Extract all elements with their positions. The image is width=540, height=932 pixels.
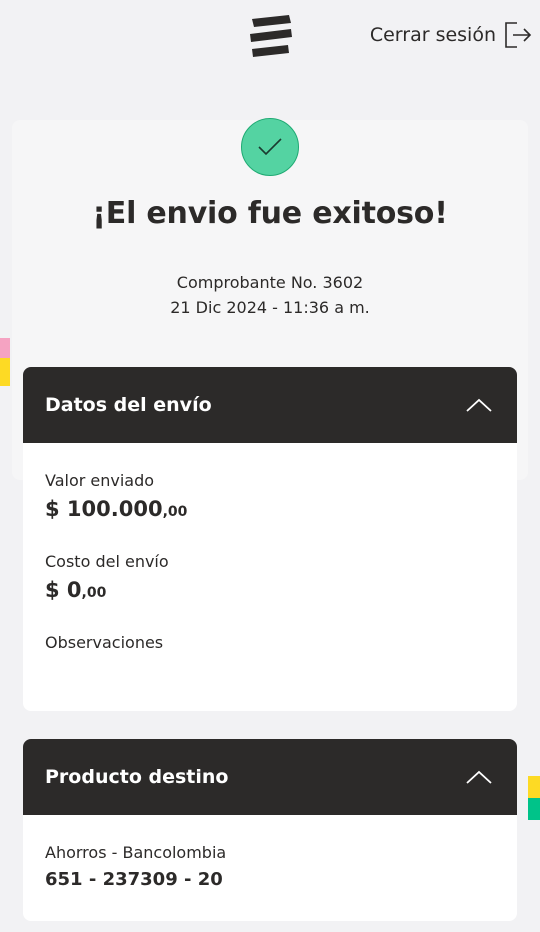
logout-button[interactable]: Cerrar sesión — [370, 20, 532, 50]
destination-product-panel: Producto destino Ahorros - Bancolombia 6… — [23, 739, 517, 921]
account-type: Ahorros - Bancolombia — [45, 843, 227, 862]
decorative-yellow-strip — [0, 358, 10, 386]
success-badge — [241, 118, 299, 176]
sent-value-amount: $ 100.000,00 — [45, 496, 495, 525]
shipping-cost-cents: ,00 — [81, 585, 107, 601]
success-title: ¡El envio fue exitoso! — [92, 196, 448, 231]
chevron-up-icon[interactable] — [465, 769, 493, 785]
receipt-datetime: 21 Dic 2024 - 11:36 a m. — [170, 298, 370, 317]
sent-value-label: Valor enviado — [45, 471, 155, 490]
observations-label: Observaciones — [45, 633, 164, 652]
destination-product-header[interactable]: Producto destino — [23, 739, 517, 815]
destination-product-body: Ahorros - Bancolombia 651 - 237309 - 20 — [23, 815, 517, 893]
receipt-info: Comprobante No. 3602 21 Dic 2024 - 11:36… — [0, 270, 540, 320]
receipt-number: Comprobante No. 3602 — [176, 273, 364, 292]
shipping-cost-integer: $ 0 — [45, 578, 82, 602]
logout-arrow-icon — [505, 22, 532, 48]
sent-value-integer: $ 100.000 — [45, 497, 163, 521]
shipment-details-panel: Datos del envío Valor enviado $ 100.000,… — [23, 367, 517, 711]
shipping-cost-amount: $ 0,00 — [45, 577, 495, 606]
panel-title: Datos del envío — [45, 394, 212, 416]
decorative-green-strip-right — [528, 798, 540, 820]
panel-title: Producto destino — [45, 766, 229, 788]
account-number: 651 - 237309 - 20 — [45, 869, 223, 890]
decorative-pink-strip — [0, 338, 10, 360]
decorative-yellow-strip-right — [528, 776, 540, 798]
sent-value-cents: ,00 — [162, 504, 188, 520]
shipment-details-header[interactable]: Datos del envío — [23, 367, 517, 443]
bancolombia-logo-icon — [250, 15, 292, 57]
shipping-cost-label: Costo del envío — [45, 552, 169, 571]
shipment-details-body: Valor enviado $ 100.000,00 Costo del env… — [23, 443, 517, 653]
logout-label: Cerrar sesión — [369, 24, 496, 46]
chevron-up-icon[interactable] — [465, 397, 493, 413]
check-icon — [258, 138, 282, 156]
